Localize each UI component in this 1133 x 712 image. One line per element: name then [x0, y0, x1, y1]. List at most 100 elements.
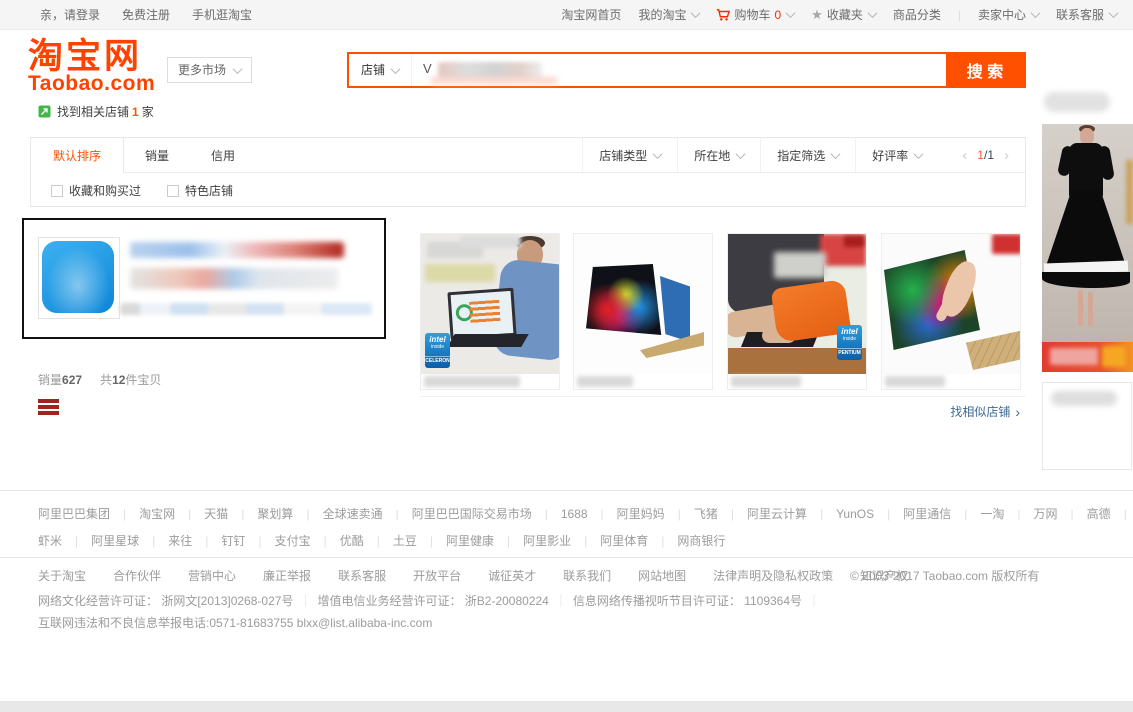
page-indicator: 1/1	[977, 148, 994, 162]
footer-link[interactable]: 飞猪	[665, 507, 718, 521]
footer-link[interactable]: 支付宝	[245, 534, 310, 548]
footer-link[interactable]: 网站地图	[638, 569, 686, 583]
checkbox-label: 特色店铺	[185, 182, 233, 199]
ad-banner-strip	[1042, 342, 1133, 372]
footer-link[interactable]: 合作伙伴	[113, 569, 161, 583]
result-count: 找到相关店铺1家	[38, 103, 154, 120]
product-image-4[interactable]	[882, 234, 1020, 374]
chevron-down-icon	[391, 64, 401, 74]
footer-link[interactable]: 联系我们	[563, 569, 611, 583]
checkbox-featured-shops[interactable]: 特色店铺	[167, 182, 233, 199]
footer-link[interactable]: 阿里影业	[494, 534, 571, 548]
product-card[interactable]	[881, 233, 1021, 390]
more-markets-dropdown[interactable]: 更多市场	[167, 57, 252, 83]
footer-link[interactable]: 1688	[532, 507, 588, 521]
chevron-down-icon	[831, 149, 841, 159]
footer-link[interactable]: 廉正举报	[263, 569, 311, 583]
sort-tab[interactable]: 销量	[124, 138, 190, 172]
footer-link[interactable]: 关于淘宝	[38, 569, 86, 583]
footer-link[interactable]: 优酷	[311, 534, 364, 548]
footer-link[interactable]: 土豆	[364, 534, 417, 548]
product-image-1[interactable]: intelinsideCELERON	[421, 234, 559, 374]
footer-link[interactable]: 聚划算	[228, 507, 293, 521]
checkbox-icon[interactable]	[167, 185, 179, 197]
search-category-select[interactable]: 店铺	[349, 54, 412, 86]
blurred-text	[425, 264, 495, 282]
footer-link[interactable]: 阿里健康	[417, 534, 494, 548]
photo-shape	[1042, 272, 1130, 288]
list-view-icon[interactable]	[38, 399, 59, 417]
footer-link[interactable]: YunOS	[807, 507, 874, 521]
sort-tab[interactable]: 默认排序	[31, 138, 124, 173]
chevron-down-icon	[736, 149, 746, 159]
footer-link[interactable]: 来往	[139, 534, 192, 548]
favorites-menu[interactable]: ★收藏夹	[811, 6, 876, 23]
footer-link[interactable]: 阿里巴巴集团	[38, 507, 110, 521]
footer-link[interactable]: 阿里星球	[62, 534, 139, 548]
register-link[interactable]: 免费注册	[122, 6, 170, 23]
search-bar: 店铺 V 搜 索	[347, 52, 1026, 88]
filter-dropdown[interactable]: 指定筛选	[760, 138, 855, 172]
product-card[interactable]: intelinsideCELERON	[420, 233, 560, 390]
my-taobao-menu[interactable]: 我的淘宝	[638, 6, 699, 23]
next-page-button[interactable]: ›	[1004, 148, 1009, 163]
footer-link[interactable]: 一淘	[951, 507, 1004, 521]
footer-link[interactable]: 万网	[1004, 507, 1057, 521]
find-similar-label: 找相似店铺	[950, 403, 1010, 420]
footer-link[interactable]: 阿里巴巴国际交易市场	[383, 507, 532, 521]
taobao-logo[interactable]: 淘宝网 Taobao.com	[28, 40, 155, 94]
shop-avatar[interactable]	[42, 241, 114, 313]
footer-link[interactable]: 高德	[1058, 507, 1111, 521]
product-card[interactable]	[573, 233, 713, 390]
more-markets-label: 更多市场	[178, 58, 226, 82]
prev-page-button[interactable]: ‹	[962, 148, 967, 163]
footer-link[interactable]: 联系客服	[338, 569, 386, 583]
shop-result-card[interactable]	[22, 218, 386, 339]
footer-link[interactable]: 钉钉	[192, 534, 245, 548]
taobao-home-link[interactable]: 淘宝网首页	[561, 6, 621, 23]
sidebar-ad-banner[interactable]	[1042, 124, 1133, 372]
footer-link[interactable]: UC	[1111, 507, 1133, 521]
checkbox-icon[interactable]	[51, 185, 63, 197]
footer-link[interactable]: 阿里妈妈	[588, 507, 665, 521]
mobile-taobao-link[interactable]: 手机逛淘宝	[192, 6, 252, 23]
search-input[interactable]: V	[412, 54, 946, 86]
contact-service-menu[interactable]: 联系客服	[1056, 6, 1117, 23]
search-button[interactable]: 搜 索	[946, 54, 1024, 86]
filter-dropdown[interactable]: 所在地	[677, 138, 760, 172]
categories-link[interactable]: 商品分类	[893, 6, 941, 23]
seller-center-menu[interactable]: 卖家中心	[978, 6, 1039, 23]
cart-icon	[716, 8, 730, 22]
sidebar-widget	[1042, 382, 1132, 470]
footer-link[interactable]: 虾米	[38, 534, 62, 548]
product-image-2[interactable]	[574, 234, 712, 374]
cart-label: 购物车	[734, 6, 770, 23]
footer-link[interactable]: 阿里云计算	[718, 507, 807, 521]
blurred-text	[1126, 160, 1133, 224]
checkbox-bought-favorited[interactable]: 收藏和购买过	[51, 182, 141, 199]
footer-link[interactable]: 法律声明及隐私权政策	[713, 569, 833, 583]
filter-dropdown[interactable]: 店铺类型	[582, 138, 677, 172]
footer-alibaba-sites-row2: 虾米阿里星球来往钉钉支付宝优酷土豆阿里健康阿里影业阿里体育网商银行	[38, 532, 725, 549]
product-image-3[interactable]: intelinsidePENTIUM	[728, 234, 866, 374]
footer-link[interactable]: 天猫	[175, 507, 228, 521]
footer-link[interactable]: 阿里通信	[874, 507, 951, 521]
cart-menu[interactable]: 购物车0	[716, 6, 794, 23]
filter-dropdown[interactable]: 好评率	[855, 138, 938, 172]
photo-shape	[1069, 143, 1103, 197]
top-bar: 亲，请登录 免费注册 手机逛淘宝 淘宝网首页 我的淘宝 购物车0 ★收藏夹 商品…	[0, 0, 1133, 30]
pagination: ‹ 1/1 ›	[938, 138, 1025, 172]
footer-link[interactable]: 诚征英才	[488, 569, 536, 583]
footer-link[interactable]: 网商银行	[648, 534, 725, 548]
photo-shape	[447, 334, 529, 347]
footer-link[interactable]: 开放平台	[413, 569, 461, 583]
login-link[interactable]: 亲，请登录	[40, 6, 100, 23]
footer-link[interactable]: 淘宝网	[110, 507, 175, 521]
sort-tab[interactable]: 信用	[190, 138, 256, 172]
product-card[interactable]: intelinsidePENTIUM	[727, 233, 867, 390]
find-similar-shops-link[interactable]: 找相似店铺›	[950, 403, 1020, 420]
footer-link[interactable]: 营销中心	[188, 569, 236, 583]
photo-shape	[469, 300, 500, 324]
footer-link[interactable]: 阿里体育	[571, 534, 648, 548]
footer-link[interactable]: 全球速卖通	[293, 507, 382, 521]
